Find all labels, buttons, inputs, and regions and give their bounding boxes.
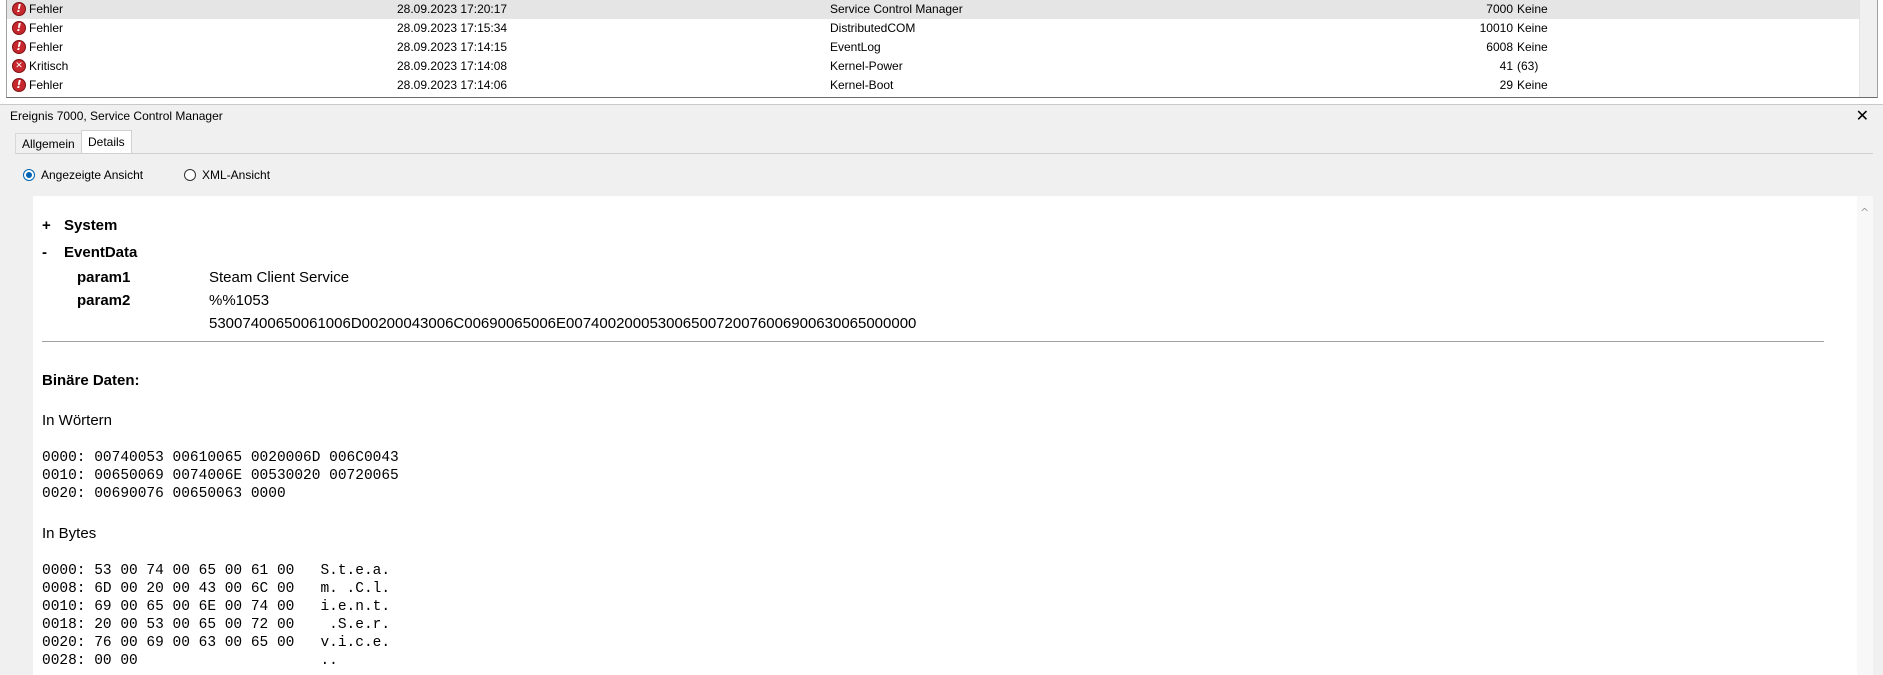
words-heading: In Wörtern [42, 412, 113, 429]
words-line: 0010: 00650069 0074006E 00530020 0072006… [42, 468, 399, 484]
details-scrollbar[interactable]: ^ [1857, 196, 1873, 675]
error-icon [12, 40, 26, 54]
event-id: 7000 [1486, 2, 1513, 16]
words-line: 0020: 00690076 00650063 0000 [42, 486, 286, 502]
collapse-toggle[interactable]: - [42, 244, 64, 261]
details-pane-title: Ereignis 7000, Service Control Manager [10, 109, 223, 123]
event-row[interactable]: Fehler 28.09.2023 17:20:17 Service Contr… [7, 0, 1862, 19]
close-icon[interactable]: ✕ [1856, 106, 1869, 125]
section-label: System [64, 217, 118, 234]
bytes-line: 0020: 76 00 69 00 63 00 65 00 v.i.c.e. [42, 635, 391, 651]
event-date: 28.09.2023 17:15:34 [397, 21, 508, 35]
event-date: 28.09.2023 17:20:17 [397, 2, 508, 16]
tab-allgemein[interactable]: Allgemein [15, 133, 82, 153]
radio-dot [23, 169, 35, 181]
event-source: DistributedCOM [830, 21, 916, 35]
event-level: Fehler [29, 2, 64, 16]
event-level: Fehler [29, 21, 64, 35]
event-source: Kernel-Power [830, 59, 903, 73]
event-source: Service Control Manager [830, 2, 963, 16]
event-details-content: + System - EventData param1 Steam Client S… [33, 196, 1873, 675]
radio-label: Angezeigte Ansicht [41, 168, 144, 182]
radio-dot [184, 169, 196, 181]
error-icon [12, 2, 26, 16]
section-label: EventData [64, 244, 138, 261]
tab-divider [15, 153, 1873, 154]
tab-details[interactable]: Details [81, 130, 132, 154]
event-date: 28.09.2023 17:14:15 [397, 40, 508, 54]
bytes-line: 0018: 20 00 53 00 65 00 72 00 .S.e.r. [42, 617, 391, 633]
event-list-scrollbar[interactable] [1859, 0, 1877, 97]
separator [42, 341, 1824, 342]
event-task: (63) [1517, 59, 1539, 73]
error-icon [12, 78, 26, 92]
event-row[interactable]: Fehler 28.09.2023 17:14:15 EventLog 6008… [7, 38, 1862, 57]
event-row[interactable]: Fehler 28.09.2023 17:15:34 DistributedCO… [7, 19, 1862, 38]
error-icon [12, 21, 26, 35]
event-level: Kritisch [29, 59, 69, 73]
event-task: Keine [1517, 40, 1548, 54]
bytes-line: 0028: 00 00 .. [42, 653, 338, 669]
param-value: %%1053 [209, 292, 270, 309]
event-task: Keine [1517, 21, 1548, 35]
words-line: 0000: 00740053 00610065 0020006D 006C004… [42, 450, 399, 466]
event-date: 28.09.2023 17:14:08 [397, 59, 508, 73]
param-value: Steam Client Service [209, 269, 350, 286]
chevron-up-icon[interactable]: ^ [1860, 206, 1869, 219]
event-row[interactable]: Fehler 28.09.2023 17:14:06 Kernel-Boot 2… [7, 76, 1862, 95]
bytes-line: 0010: 69 00 65 00 6E 00 74 00 i.e.n.t. [42, 599, 391, 615]
event-source: Kernel-Boot [830, 78, 894, 92]
radio-label: XML-Ansicht [202, 168, 271, 182]
event-id: 41 [1499, 59, 1513, 73]
param-value-extra: 53007400650061006D00200043006C0069006500… [209, 315, 917, 332]
binary-data-heading: Binäre Daten: [42, 372, 140, 389]
event-row[interactable]: Kritisch 28.09.2023 17:14:08 Kernel-Powe… [7, 57, 1862, 76]
event-date: 28.09.2023 17:14:06 [397, 78, 508, 92]
details-pane-header: Ereignis 7000, Service Control Manager ✕ [0, 104, 1883, 126]
event-task: Keine [1517, 78, 1548, 92]
section-system[interactable]: + System [42, 217, 117, 234]
event-list[interactable]: Fehler 28.09.2023 17:20:17 Service Contr… [6, 0, 1878, 98]
event-level: Fehler [29, 78, 64, 92]
event-id: 6008 [1486, 40, 1513, 54]
critical-icon [12, 59, 26, 73]
expand-toggle[interactable]: + [42, 217, 64, 234]
bytes-heading: In Bytes [42, 525, 97, 542]
bytes-line: 0000: 53 00 74 00 65 00 61 00 S.t.e.a. [42, 563, 391, 579]
section-eventdata[interactable]: - EventData [42, 244, 137, 261]
event-id: 10010 [1479, 21, 1513, 35]
event-task: Keine [1517, 2, 1548, 16]
param-key: param2 [77, 292, 131, 309]
event-source: EventLog [830, 40, 881, 54]
event-id: 29 [1499, 78, 1513, 92]
bytes-line: 0008: 6D 00 20 00 43 00 6C 00 m. .C.l. [42, 581, 391, 597]
param-key: param1 [77, 269, 131, 286]
event-level: Fehler [29, 40, 64, 54]
